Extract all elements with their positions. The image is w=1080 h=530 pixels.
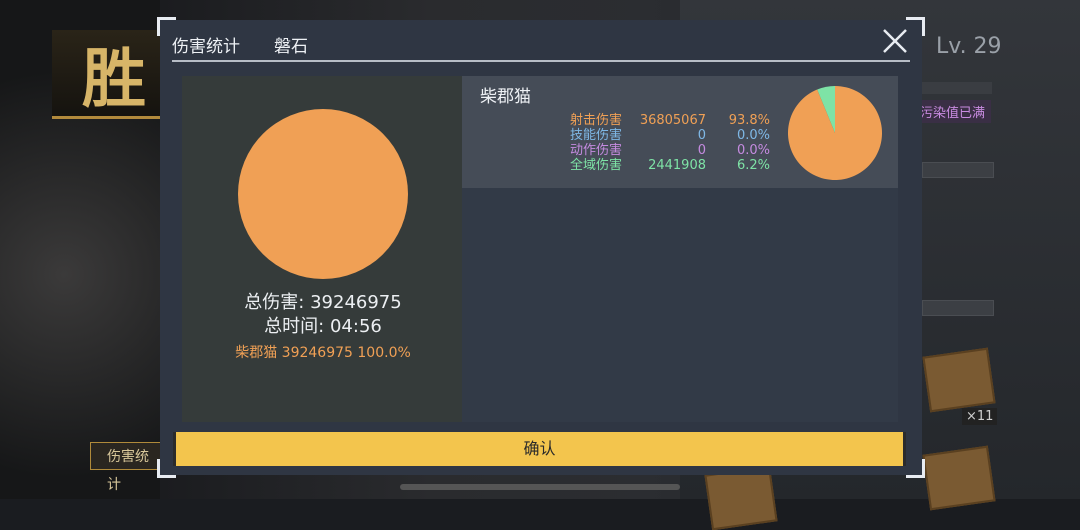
- total-damage-label: 总伤害:: [244, 292, 305, 313]
- victory-text: 胜: [82, 42, 150, 117]
- damage-stats-dialog: 伤害统计 磐石 总伤害: 39246975 总时间: 04:56 柴郡猫 392…: [157, 17, 925, 478]
- total-damage-pie: [238, 109, 408, 279]
- share-percent: 100.0%: [357, 345, 411, 361]
- title-divider: [172, 60, 910, 62]
- character-card: 柴郡猫 射击伤害 36805067 93.8% 技能伤害 0 0.0% 动作伤害…: [462, 76, 898, 188]
- character-name: 柴郡猫: [480, 87, 531, 107]
- total-time-row: 总时间: 04:56: [182, 312, 464, 338]
- stat-label: 射击伤害: [570, 113, 623, 128]
- close-icon[interactable]: [880, 26, 910, 56]
- stat-value: 0: [697, 143, 706, 158]
- stat-percent: 0.0%: [736, 128, 770, 143]
- summary-panel: 总伤害: 39246975 总时间: 04:56 柴郡猫 39246975 10…: [182, 76, 464, 422]
- stat-label: 全域伤害: [570, 158, 623, 173]
- stat-percent: 6.2%: [736, 158, 770, 173]
- infection-badge: 污染值已满: [914, 100, 992, 123]
- total-damage-row: 总伤害: 39246975: [182, 288, 464, 314]
- background-progress: [400, 484, 680, 490]
- stat-percent: 93.8%: [728, 113, 770, 128]
- character-share-row: 柴郡猫 39246975 100.0%: [182, 342, 464, 362]
- level-bar: [920, 82, 992, 94]
- character-damage-pie: [788, 86, 882, 180]
- crate-icon[interactable]: [704, 465, 778, 530]
- corner-decoration: [906, 459, 925, 478]
- stat-row-global: 全域伤害 2441908 6.2%: [570, 158, 770, 173]
- character-list: 柴郡猫 射击伤害 36805067 93.8% 技能伤害 0 0.0% 动作伤害…: [462, 76, 898, 422]
- stat-value: 36805067: [639, 113, 706, 128]
- crate-icon[interactable]: [922, 347, 996, 413]
- total-damage-value: 39246975: [310, 292, 402, 313]
- total-time-value: 04:56: [329, 316, 382, 337]
- level-label: Lv. 29: [936, 34, 1002, 59]
- background-slot: [922, 162, 994, 178]
- share-damage: 39246975: [281, 345, 353, 361]
- stat-value: 0: [697, 128, 706, 143]
- stat-percent: 0.0%: [736, 143, 770, 158]
- stat-row-skill: 技能伤害 0 0.0%: [570, 128, 770, 143]
- stat-label: 技能伤害: [570, 128, 623, 143]
- stage-name: 磐石: [274, 37, 308, 57]
- crate-icon[interactable]: [922, 445, 996, 511]
- stat-row-shooting: 射击伤害 36805067 93.8%: [570, 113, 770, 128]
- stat-value: 2441908: [648, 158, 706, 173]
- dialog-title: 伤害统计: [172, 37, 240, 57]
- share-name: 柴郡猫: [235, 345, 278, 361]
- damage-stats-button[interactable]: 伤害统计: [90, 442, 162, 493]
- background-slot: [922, 300, 994, 316]
- total-time-label: 总时间:: [264, 316, 325, 337]
- pie-slice: [788, 86, 882, 180]
- item-count: ×11: [962, 408, 998, 425]
- stat-row-action: 动作伤害 0 0.0%: [570, 143, 770, 158]
- stat-label: 动作伤害: [570, 143, 623, 158]
- confirm-button[interactable]: 确认: [173, 432, 906, 466]
